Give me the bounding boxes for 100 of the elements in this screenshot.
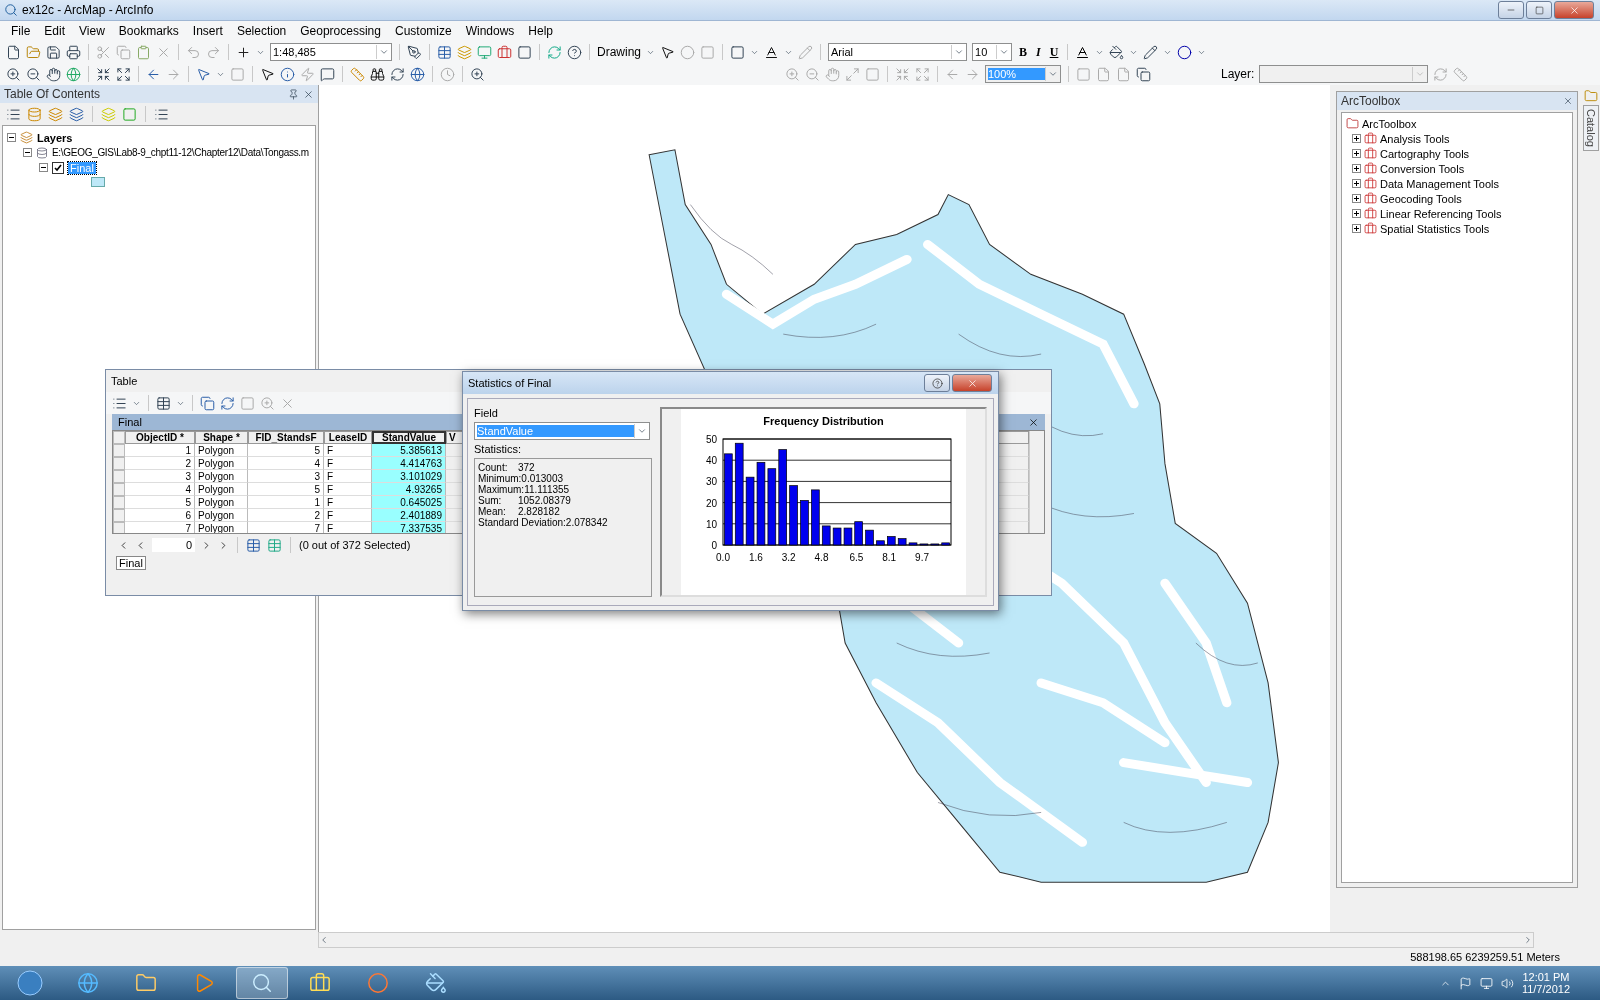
horizontal-scrollbar[interactable] <box>318 932 1534 948</box>
flag-icon[interactable] <box>1458 976 1472 990</box>
zoom-to-selected-icon[interactable] <box>260 395 275 411</box>
menu-item[interactable]: Windows <box>458 24 522 38</box>
row-selector[interactable] <box>113 470 125 483</box>
row-selector[interactable] <box>113 522 125 533</box>
select-features-icon[interactable] <box>196 66 211 82</box>
paste-icon[interactable] <box>136 44 151 60</box>
list-by-source-icon[interactable] <box>27 106 42 122</box>
zoom-out-icon[interactable] <box>26 66 41 82</box>
catalog-tab[interactable]: Catalog <box>1583 105 1599 151</box>
font-field[interactable]: Arial <box>828 43 967 61</box>
print-icon[interactable] <box>66 44 81 60</box>
help-icon[interactable] <box>567 44 582 60</box>
menu-item[interactable]: Customize <box>387 24 459 38</box>
taskbar-button[interactable] <box>236 967 288 999</box>
undo-icon[interactable] <box>186 44 201 60</box>
tree-item[interactable]: Data Management Tools <box>1380 177 1500 190</box>
tree-item[interactable]: Analysis Tools <box>1380 132 1450 145</box>
layout-pan-icon[interactable] <box>825 66 840 82</box>
volume-icon[interactable] <box>1500 976 1514 990</box>
row-selector[interactable] <box>113 509 125 522</box>
plus-box-icon[interactable] <box>1352 149 1361 158</box>
drawing-menu[interactable]: Drawing <box>597 45 641 59</box>
pin-icon[interactable] <box>288 88 299 100</box>
fill-color-icon[interactable] <box>1109 44 1125 60</box>
zoom-whole-page-icon[interactable] <box>845 66 860 82</box>
table-options-icon[interactable] <box>112 395 127 411</box>
identify-icon[interactable] <box>280 66 295 82</box>
menu-item[interactable]: Edit <box>37 24 73 38</box>
bold-button[interactable]: B <box>1017 44 1030 60</box>
plus-box-icon[interactable] <box>1352 194 1361 203</box>
close-icon[interactable] <box>1028 416 1039 428</box>
close-button[interactable] <box>1554 1 1594 19</box>
list-by-selection-icon[interactable] <box>69 106 84 122</box>
layout-forward-icon[interactable] <box>965 66 980 82</box>
scale-field[interactable]: 1:48,485 <box>270 43 392 61</box>
column-header[interactable]: FID_StandsF <box>248 431 324 444</box>
caret-icon[interactable] <box>999 47 1009 57</box>
maximize-button[interactable] <box>1526 1 1552 19</box>
back-icon[interactable] <box>146 66 161 82</box>
circle-icon[interactable] <box>367 972 389 994</box>
paint-bucket-icon[interactable] <box>425 972 447 994</box>
close-icon[interactable] <box>966 377 978 389</box>
plus-box-icon[interactable] <box>1352 134 1361 143</box>
caret-icon[interactable] <box>379 47 389 57</box>
toolbox-icon[interactable] <box>497 44 512 60</box>
menu-item[interactable]: Help <box>521 24 561 38</box>
plus-box-icon[interactable] <box>1352 179 1361 188</box>
row-selector[interactable] <box>113 457 125 470</box>
close-button[interactable] <box>952 374 992 392</box>
checkbox[interactable] <box>52 161 64 174</box>
pointer-icon[interactable] <box>660 44 675 60</box>
html-popup-icon[interactable] <box>320 66 335 82</box>
tree-item[interactable]: Linear Referencing Tools <box>1380 207 1502 220</box>
line-color-icon[interactable] <box>1143 44 1159 60</box>
italic-button[interactable]: I <box>1034 44 1043 60</box>
minimize-button[interactable] <box>1498 1 1524 19</box>
list-by-visibility-icon[interactable] <box>48 106 63 122</box>
scroll-left-icon[interactable] <box>319 935 329 945</box>
layer-label[interactable]: Layers <box>37 131 73 144</box>
layout-fixed-zoom-in-icon[interactable] <box>895 66 910 82</box>
pan-icon[interactable] <box>46 66 61 82</box>
network-icon[interactable] <box>1479 976 1493 990</box>
menu-item[interactable]: Insert <box>185 24 230 38</box>
measure-icon[interactable] <box>350 66 365 82</box>
vertical-scrollbar[interactable] <box>1029 431 1044 533</box>
menu-item[interactable]: Geoprocessing <box>293 24 388 38</box>
open-folder-icon[interactable] <box>26 44 41 60</box>
minus-box-icon[interactable] <box>39 163 48 172</box>
column-header[interactable]: ObjectID * <box>125 431 195 444</box>
add-data-icon[interactable] <box>236 44 251 60</box>
find-icon[interactable] <box>370 66 385 82</box>
magnifier-icon[interactable] <box>251 972 273 994</box>
font-color-icon[interactable] <box>1075 44 1091 60</box>
caret-icon[interactable] <box>954 47 964 57</box>
column-header[interactable]: StandValue <box>372 431 446 444</box>
layer-label[interactable]: E:\GEOG_GIS\Lab8-9_chpt11-12\Chapter12\Data\Tongass.m <box>52 147 309 158</box>
underline-button[interactable]: U <box>1047 44 1061 60</box>
minus-box-icon[interactable] <box>23 148 32 157</box>
plus-box-icon[interactable] <box>1352 164 1361 173</box>
column-header[interactable]: LeaseID <box>324 431 372 444</box>
close-icon[interactable] <box>303 88 314 100</box>
help-button[interactable] <box>924 374 950 392</box>
caret-icon[interactable] <box>1048 69 1058 79</box>
show-selected-records-icon[interactable] <box>267 537 282 553</box>
tree-item[interactable]: Cartography Tools <box>1380 147 1470 160</box>
save-icon[interactable] <box>46 44 61 60</box>
maximize-icon[interactable] <box>1534 5 1544 15</box>
tree-item[interactable]: Geocoding Tools <box>1380 192 1462 205</box>
help-icon[interactable] <box>931 377 943 389</box>
menu-item[interactable]: Bookmarks <box>111 24 186 38</box>
viewer-icon[interactable] <box>470 66 485 82</box>
pointer-icon[interactable] <box>260 66 275 82</box>
start-orb-icon[interactable] <box>16 969 44 997</box>
tree-item[interactable]: ArcToolbox <box>1362 117 1417 130</box>
layout-back-icon[interactable] <box>945 66 960 82</box>
close-icon[interactable] <box>1563 96 1573 106</box>
layer-field[interactable] <box>1259 65 1429 83</box>
new-document-icon[interactable] <box>6 44 21 60</box>
